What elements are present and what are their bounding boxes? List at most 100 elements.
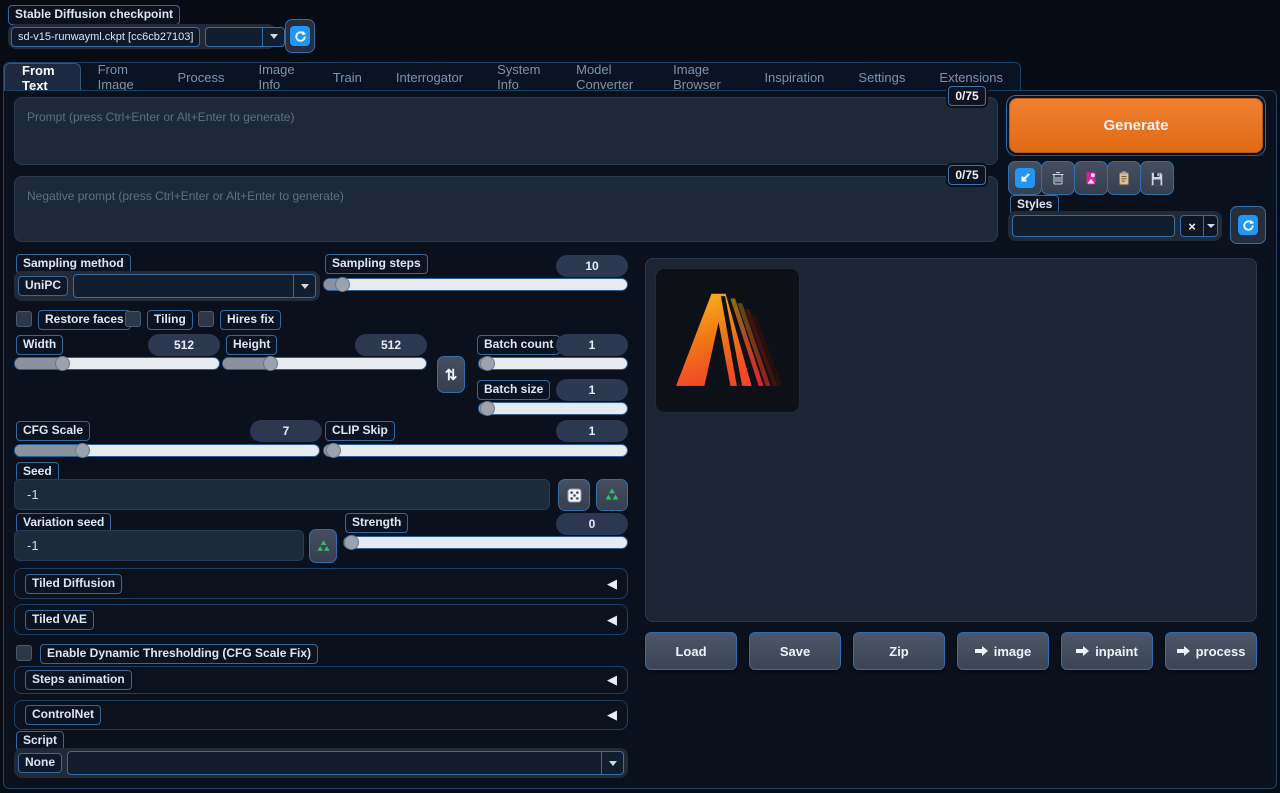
negative-prompt-textarea[interactable]: Negative prompt (press Ctrl+Enter or Alt… (14, 176, 998, 242)
send-to-inpaint-button[interactable]: inpaint (1061, 632, 1153, 670)
prompt-token-counter: 0/75 (948, 86, 986, 106)
batch-count-value[interactable]: 1 (556, 334, 628, 356)
load-button[interactable]: Load (645, 632, 737, 670)
save-button[interactable]: Save (749, 632, 841, 670)
save-style-button[interactable] (1140, 161, 1174, 195)
output-actions: Load Save Zip image inpaint process (645, 632, 1257, 670)
sampling-steps-slider[interactable] (323, 278, 628, 291)
swap-icon: ⇅ (445, 366, 458, 384)
strength-label: Strength (345, 513, 408, 533)
tab-from-image[interactable]: From Image (81, 63, 161, 91)
strength-value[interactable]: 0 (556, 513, 628, 535)
seed-input[interactable]: -1 (14, 479, 550, 510)
restore-faces-checkbox[interactable] (16, 311, 32, 327)
width-slider[interactable] (14, 357, 220, 370)
collapse-arrow-icon[interactable]: ◀ (607, 612, 617, 628)
dynamic-thresholding-checkbox[interactable] (16, 645, 32, 661)
tab-interrogator[interactable]: Interrogator (379, 63, 480, 91)
tiling-checkbox[interactable] (125, 311, 141, 327)
clip-skip-label: CLIP Skip (325, 421, 395, 441)
height-slider[interactable] (222, 357, 427, 370)
zip-button[interactable]: Zip (853, 632, 945, 670)
reuse-seed-button[interactable] (596, 479, 628, 511)
arrow-right-icon (1076, 646, 1089, 656)
collapse-arrow-icon[interactable]: ◀ (607, 672, 617, 688)
clear-prompt-button[interactable] (1041, 161, 1075, 195)
arrow-right-icon (975, 646, 988, 656)
restore-faces-label: Restore faces (38, 310, 131, 330)
trash-icon (1050, 170, 1066, 186)
send-to-process-button[interactable]: process (1165, 632, 1257, 670)
negative-prompt-placeholder: Negative prompt (press Ctrl+Enter or Alt… (27, 189, 344, 203)
hires-fix-checkbox[interactable] (198, 311, 214, 327)
height-value[interactable]: 512 (355, 334, 427, 356)
tab-model-converter[interactable]: Model Converter (559, 63, 656, 91)
generate-button[interactable]: Generate (1009, 98, 1263, 153)
variation-seed-input[interactable]: -1 (14, 530, 304, 561)
tab-settings[interactable]: Settings (841, 63, 922, 91)
clip-skip-slider[interactable] (323, 444, 628, 457)
sampling-method-value: UniPC (18, 276, 68, 296)
styles-dropdown-group: × (1008, 211, 1222, 241)
refresh-styles-button[interactable] (1230, 206, 1266, 244)
checkpoint-select[interactable] (205, 27, 285, 47)
tab-image-browser[interactable]: Image Browser (656, 63, 747, 91)
width-value[interactable]: 512 (148, 334, 220, 356)
output-gallery (645, 258, 1257, 622)
tiled-vae-accordion[interactable]: Tiled VAE ◀ (14, 604, 628, 635)
collapse-arrow-icon[interactable]: ◀ (607, 707, 617, 723)
checkpoint-value[interactable]: sd-v15-runwayml.ckpt [cc6cb27103] (11, 27, 200, 47)
steps-animation-accordion[interactable]: Steps animation ◀ (14, 666, 628, 694)
reuse-variation-seed-button[interactable] (309, 529, 337, 563)
tab-inspiration[interactable]: Inspiration (747, 63, 841, 91)
tab-system-info[interactable]: System Info (480, 63, 559, 91)
sampling-method-select[interactable] (73, 274, 316, 298)
refresh-icon (290, 26, 310, 46)
apply-style-button[interactable] (1107, 161, 1141, 195)
chevron-down-icon[interactable] (601, 752, 623, 774)
styles-chevron-down-icon[interactable] (1203, 216, 1217, 236)
collapse-arrow-icon[interactable]: ◀ (607, 576, 617, 592)
checkpoint-dropdown-group: sd-v15-runwayml.ckpt [cc6cb27103] (8, 24, 276, 49)
gallery-thumbnail[interactable] (655, 268, 800, 413)
random-seed-button[interactable] (558, 479, 590, 511)
steps-animation-label: Steps animation (25, 670, 132, 690)
cfg-scale-value[interactable]: 7 (250, 420, 322, 442)
styles-clear-group: × (1180, 215, 1218, 237)
tab-process[interactable]: Process (161, 63, 242, 91)
script-dropdown[interactable]: None (14, 748, 628, 778)
chevron-down-icon[interactable] (262, 28, 284, 46)
tiled-diffusion-accordion[interactable]: Tiled Diffusion ◀ (14, 568, 628, 599)
strength-slider[interactable] (343, 536, 628, 549)
clip-skip-value[interactable]: 1 (556, 420, 628, 442)
paste-params-button[interactable] (1008, 161, 1042, 195)
swap-dimensions-button[interactable]: ⇅ (437, 356, 465, 393)
refresh-checkpoints-button[interactable] (285, 19, 315, 53)
batch-count-label: Batch count (477, 335, 560, 355)
clear-styles-icon[interactable]: × (1181, 219, 1203, 234)
height-label: Height (226, 335, 277, 355)
sampling-steps-label: Sampling steps (325, 254, 428, 274)
batch-count-slider[interactable] (478, 357, 628, 370)
styles-input[interactable] (1012, 215, 1175, 237)
tab-from-text[interactable]: From Text (4, 63, 81, 91)
clipboard-icon (1116, 170, 1132, 186)
chevron-down-icon[interactable] (293, 275, 315, 297)
prompt-textarea[interactable]: Prompt (press Ctrl+Enter or Alt+Enter to… (14, 97, 998, 165)
negative-token-counter: 0/75 (948, 165, 986, 185)
cfg-scale-label: CFG Scale (16, 421, 90, 441)
extra-networks-button[interactable] (1074, 161, 1108, 195)
sampling-method-dropdown[interactable]: UniPC (14, 271, 320, 301)
tab-image-info[interactable]: Image Info (241, 63, 315, 91)
cfg-scale-slider[interactable] (14, 444, 320, 457)
tiled-diffusion-label: Tiled Diffusion (25, 574, 122, 594)
send-to-image-button[interactable]: image (957, 632, 1049, 670)
dice-icon (566, 487, 583, 504)
tab-train[interactable]: Train (316, 63, 379, 91)
controlnet-accordion[interactable]: ControlNet ◀ (14, 700, 628, 730)
batch-size-value[interactable]: 1 (556, 379, 628, 401)
sampling-steps-value[interactable]: 10 (556, 255, 628, 277)
script-select[interactable] (67, 751, 624, 775)
batch-size-slider[interactable] (478, 402, 628, 415)
batch-size-label: Batch size (477, 380, 550, 400)
